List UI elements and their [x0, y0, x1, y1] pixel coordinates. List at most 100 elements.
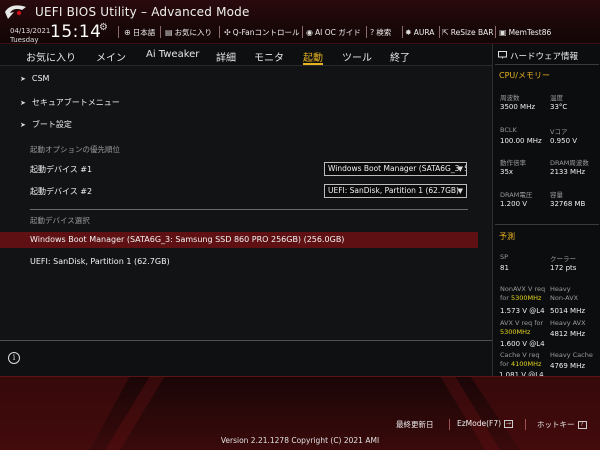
chevron-down-icon: ▼ — [457, 187, 463, 195]
avx-vreq-label: AVX V req — [500, 319, 533, 327]
tab-monitor[interactable]: モニタ — [254, 49, 284, 64]
cache-freq-line: for 4100MHz — [500, 360, 541, 368]
header-separator — [118, 26, 119, 38]
hw-divider — [495, 64, 599, 65]
secure-boot-submenu[interactable]: ➤ セキュアブートメニュー — [20, 97, 120, 108]
exit-arrow-icon: → — [504, 419, 514, 428]
main-menu-bar: お気に入り メイン Ai Tweaker 詳細 モニタ 起動 ツール 終了 — [0, 44, 492, 66]
date-text: 04/13/2021 — [10, 27, 51, 35]
help-info-bar: i — [0, 340, 492, 376]
header-separator — [219, 26, 220, 38]
boot-device-1-select[interactable]: Windows Boot Manager (SATA6G_3: Samsung … — [324, 162, 467, 176]
boot-override-item[interactable]: Windows Boot Manager (SATA6G_3: Samsung … — [0, 232, 478, 248]
chevron-right-icon: ➤ — [20, 75, 26, 83]
memtest-label: MemTest86 — [508, 27, 552, 37]
heavy-cache-value: 4769 MHz — [550, 362, 586, 370]
sp-value: 81 — [500, 264, 509, 272]
hotkeys-label: ホットキー — [537, 420, 575, 429]
heavy-cache-label: Heavy Cache — [550, 351, 593, 359]
cpu-memory-heading: CPU/メモリー — [499, 71, 550, 80]
hotkeys-button[interactable]: ホットキー ? — [537, 419, 587, 430]
boot-device-1-value: Windows Boot Manager (SATA6G_3: Samsung … — [328, 164, 466, 173]
resize-bar-label: ReSize BAR — [450, 27, 494, 37]
ezmode-label: EzMode(F7) — [457, 419, 502, 428]
vcore-label: Vコア — [550, 128, 568, 136]
boot-device-2-select[interactable]: UEFI: SanDisk, Partition 1 (62.7GB) ▼ — [324, 184, 467, 198]
fan-icon: ✣ — [224, 27, 231, 37]
info-icon: i — [8, 352, 20, 364]
chevron-right-icon: ➤ — [20, 121, 26, 129]
boot-override-item[interactable]: UEFI: SanDisk, Partition 1 (62.7GB) — [0, 254, 478, 270]
cache-vreq-label: Cache V req — [500, 351, 540, 359]
last-modified-button[interactable]: 最終更新日 — [396, 419, 434, 430]
header-bar: UEFI BIOS Utility – Advanced Mode 04/13/… — [0, 0, 600, 44]
tab-tool[interactable]: ツール — [342, 49, 372, 64]
tab-ai-tweaker[interactable]: Ai Tweaker — [146, 49, 199, 60]
freq-value: 3500 MHz — [500, 103, 536, 111]
tab-main[interactable]: メイン — [96, 49, 126, 64]
csm-submenu[interactable]: ➤ CSM — [20, 74, 49, 83]
hardware-monitor-panel: ハードウェア情報 CPU/メモリー 周波数 温度 3500 MHz 33°C B… — [492, 44, 600, 376]
boot-config-label: ブート設定 — [31, 120, 72, 129]
bclk-label: BCLK — [500, 126, 517, 134]
heavy-nonavx-value: 5014 MHz — [550, 307, 586, 315]
star-icon: ▤ — [165, 27, 173, 37]
tab-exit[interactable]: 終了 — [390, 49, 410, 64]
vcore-value: 0.950 V — [550, 137, 578, 145]
aura-button[interactable]: ✸ AURA — [405, 26, 434, 38]
bclk-value: 100.00 MHz — [500, 137, 542, 145]
heavy-nonavx-label: Heavy — [550, 285, 571, 293]
chevron-down-icon: ▼ — [457, 165, 463, 173]
search-button[interactable]: ? 検索 — [370, 26, 391, 38]
clock-settings-icon[interactable]: ⚙ — [99, 22, 108, 33]
cooler-label: クーラー — [550, 255, 576, 263]
avx-target-freq-value: 5300MHz — [500, 328, 531, 336]
temp-value: 33°C — [550, 103, 568, 111]
header-separator — [402, 26, 403, 38]
sp-label: SP — [500, 253, 509, 261]
boot-priority-heading: 起動オプションの優先順位 — [30, 145, 120, 154]
header-separator — [439, 26, 440, 38]
resize-bar-button[interactable]: ⇱ ReSize BAR — [442, 26, 493, 38]
ezmode-button[interactable]: EzMode(F7) → — [457, 419, 514, 428]
heavy-nonavx-label-2: Non-AVX — [550, 294, 579, 302]
active-tab-indicator — [303, 63, 323, 65]
boot-device-2-label: 起動デバイス #2 — [30, 187, 93, 196]
question-icon: ? — [577, 420, 587, 429]
boot-select-heading: 起動デバイス選択 — [30, 216, 90, 225]
hw-divider — [495, 224, 599, 225]
favorites-button[interactable]: ▤ お気に入り — [165, 26, 212, 38]
ai-oc-guide-button[interactable]: ◉ AI OC ガイド — [306, 26, 361, 38]
monitor-icon — [498, 51, 507, 59]
capacity-value: 32768 MB — [550, 200, 586, 208]
rog-logo-icon — [5, 5, 26, 20]
dram-volt-label: DRAM電圧 — [500, 191, 533, 199]
dram-volt-value: 1.200 V — [500, 200, 528, 208]
boot-device-2-value: UEFI: SanDisk, Partition 1 (62.7GB) — [328, 186, 459, 195]
version-text: Version 2.21.1278 Copyright (C) 2021 AMI — [220, 436, 380, 445]
csm-label: CSM — [31, 74, 50, 83]
memtest-button[interactable]: ▣ MemTest86 — [499, 26, 551, 38]
header-separator — [495, 26, 496, 38]
qfan-button[interactable]: ✣ Q-Fanコントロール — [224, 26, 300, 38]
boot-device-1-label: 起動デバイス #1 — [30, 165, 93, 174]
avx-vreq-line: AVX V req for — [500, 319, 543, 327]
clock-time: 15:14 — [50, 22, 102, 42]
cache-target-freq: 4100MHz — [511, 360, 542, 368]
boot-override-label: Windows Boot Manager (SATA6G_3: Samsung … — [30, 235, 345, 244]
boot-config-submenu[interactable]: ➤ ブート設定 — [20, 119, 72, 130]
capacity-label: 容量 — [550, 191, 563, 199]
resize-bar-icon: ⇱ — [442, 27, 449, 37]
tab-favorites[interactable]: お気に入り — [26, 49, 76, 64]
aura-label: AURA — [413, 27, 435, 37]
secure-boot-label: セキュアブートメニュー — [31, 98, 120, 107]
boot-override-label: UEFI: SanDisk, Partition 1 (62.7GB) — [30, 257, 170, 266]
language-button[interactable]: ⊕ 日本語 — [124, 26, 155, 38]
tab-boot[interactable]: 起動 — [303, 49, 323, 64]
for-text: for — [500, 360, 509, 368]
memtest-icon: ▣ — [499, 27, 507, 37]
header-separator — [302, 26, 303, 38]
heavy-avx-value: 4812 MHz — [550, 330, 586, 338]
question-icon: ? — [370, 27, 375, 37]
tab-advanced[interactable]: 詳細 — [216, 49, 236, 64]
